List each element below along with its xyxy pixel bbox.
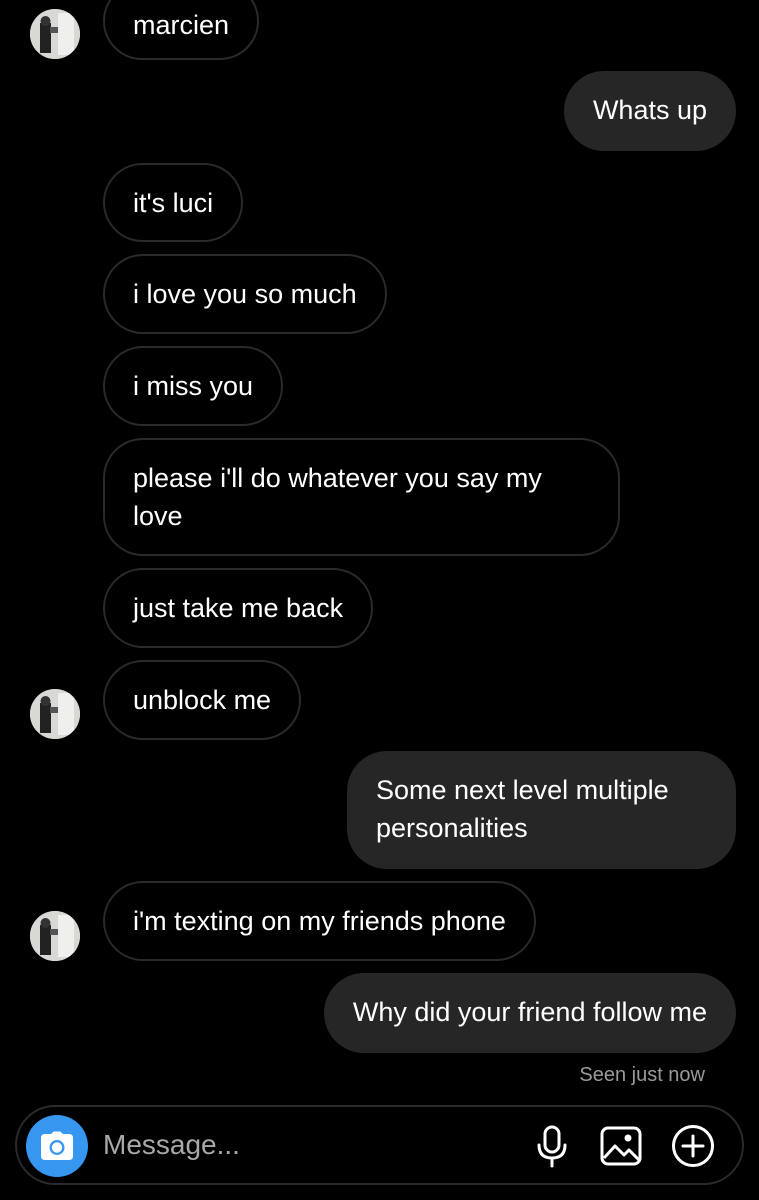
camera-icon [41, 1131, 73, 1160]
sender-avatar[interactable] [30, 689, 80, 739]
message-bubble-outgoing[interactable]: Some next level multiple personalities [347, 751, 736, 869]
message-bubble-incoming[interactable]: please i'll do whatever you say my love [103, 438, 620, 556]
message-bubble-incoming[interactable]: unblock me [103, 660, 302, 740]
message-bubble-outgoing[interactable]: Whats up [563, 71, 736, 151]
message-input[interactable] [103, 1123, 513, 1167]
message-composer [15, 1105, 744, 1185]
camera-button[interactable] [26, 1115, 88, 1177]
sender-avatar[interactable] [30, 9, 80, 59]
message-bubble-incoming[interactable]: i'm texting on my friends phone [103, 881, 536, 961]
message-bubble-incoming[interactable]: i miss you [103, 346, 284, 426]
sender-avatar[interactable] [30, 911, 80, 961]
message-bubble-incoming[interactable]: i love you so much [103, 254, 387, 334]
message-bubble-incoming[interactable]: marcien [103, 0, 260, 60]
gallery-icon[interactable] [598, 1123, 644, 1169]
seen-status: Seen just now [579, 1064, 705, 1086]
microphone-icon[interactable] [529, 1123, 575, 1169]
message-bubble-outgoing[interactable]: Why did your friend follow me [323, 973, 736, 1053]
add-icon[interactable] [670, 1123, 716, 1169]
message-bubble-incoming[interactable]: it's luci [103, 163, 244, 242]
message-bubble-incoming[interactable]: just take me back [103, 568, 374, 648]
